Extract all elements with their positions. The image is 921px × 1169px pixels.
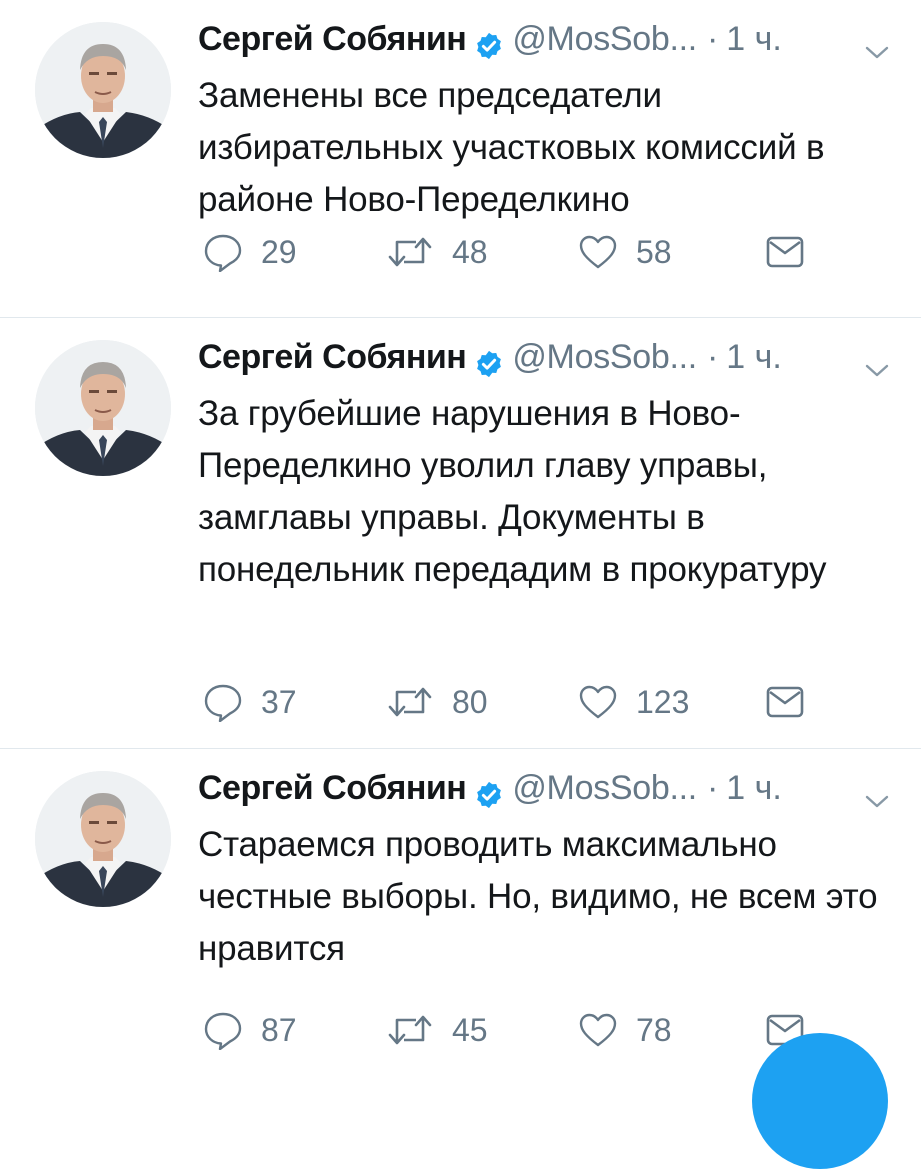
- envelope-icon: [765, 235, 805, 269]
- author-handle[interactable]: @MosSob...: [512, 763, 697, 813]
- author-handle[interactable]: @MosSob...: [512, 332, 697, 382]
- verified-badge-icon: [474, 343, 504, 373]
- separator-dot: ·: [706, 20, 719, 58]
- like-button[interactable]: 123: [578, 682, 689, 722]
- retweet-count: 45: [452, 1012, 488, 1048]
- tweet-header: Сергей Собянин @MosSob... · 1 ч.: [198, 332, 891, 382]
- retweet-icon: [386, 234, 434, 270]
- like-button[interactable]: 78: [578, 1010, 672, 1050]
- tweet-content: Сергей Собянин @MosSob... · 1 ч. Стараем…: [198, 763, 891, 975]
- chevron-down-icon[interactable]: [863, 346, 891, 368]
- author-name[interactable]: Сергей Собянин: [198, 763, 467, 813]
- tweet-text: Заменены все председатели избирательных …: [198, 76, 825, 219]
- like-count: 78: [636, 1012, 672, 1048]
- like-count: 123: [636, 684, 690, 720]
- heart-icon: [578, 684, 618, 720]
- tweet-timeline: Сергей Собянин @MosSob... · 1 ч. Заменен…: [0, 0, 921, 1080]
- chevron-down-icon[interactable]: [863, 28, 891, 50]
- like-button[interactable]: 58: [578, 232, 672, 272]
- tweet-actions: 87 45 78: [0, 1010, 600, 1050]
- heart-icon: [578, 1012, 618, 1048]
- retweet-button[interactable]: 48: [386, 232, 488, 272]
- verified-badge-icon: [474, 25, 504, 55]
- chevron-down-icon[interactable]: [863, 777, 891, 799]
- tweet-actions: 37 80 123: [0, 682, 600, 722]
- retweet-button[interactable]: 45: [386, 1010, 488, 1050]
- reply-count: 37: [261, 684, 297, 720]
- retweet-count: 48: [452, 234, 488, 270]
- direct-message-button[interactable]: [765, 232, 805, 272]
- separator-dot: ·: [706, 769, 719, 807]
- tweet[interactable]: Сергей Собянин @MosSob... · 1 ч. Стараем…: [0, 749, 921, 1080]
- tweet-timestamp[interactable]: 1 ч.: [726, 14, 782, 64]
- tweet-content: Сергей Собянин @MosSob... · 1 ч. За груб…: [198, 332, 891, 596]
- author-name[interactable]: Сергей Собянин: [198, 332, 467, 382]
- tweet-timestamp[interactable]: 1 ч.: [726, 763, 782, 813]
- retweet-count: 80: [452, 684, 488, 720]
- reply-icon: [203, 232, 243, 272]
- avatar[interactable]: [35, 22, 171, 158]
- reply-count: 87: [261, 1012, 297, 1048]
- tweet-text: Стараемся проводить максимально честные …: [198, 825, 878, 968]
- avatar[interactable]: [35, 771, 171, 907]
- avatar[interactable]: [35, 340, 171, 476]
- tweet-content: Сергей Собянин @MosSob... · 1 ч. Заменен…: [198, 14, 891, 226]
- reply-button[interactable]: 37: [203, 682, 297, 722]
- tweet-text: За грубейшие нарушения в Ново-Переделкин…: [198, 394, 827, 589]
- retweet-button[interactable]: 80: [386, 682, 488, 722]
- tweet-actions: 29 48 58: [0, 232, 600, 272]
- reply-button[interactable]: 87: [203, 1010, 297, 1050]
- reply-icon: [203, 1010, 243, 1050]
- tweet-header: Сергей Собянин @MosSob... · 1 ч.: [198, 14, 891, 64]
- compose-tweet-button[interactable]: [752, 1033, 888, 1169]
- tweet[interactable]: Сергей Собянин @MosSob... · 1 ч. Заменен…: [0, 0, 921, 318]
- author-handle[interactable]: @MosSob...: [512, 14, 697, 64]
- envelope-icon: [765, 685, 805, 719]
- separator-dot: ·: [706, 338, 719, 376]
- retweet-icon: [386, 1012, 434, 1048]
- direct-message-button[interactable]: [765, 682, 805, 722]
- reply-count: 29: [261, 234, 297, 270]
- like-count: 58: [636, 234, 672, 270]
- tweet-header: Сергей Собянин @MosSob... · 1 ч.: [198, 763, 891, 813]
- author-name[interactable]: Сергей Собянин: [198, 14, 467, 64]
- tweet-timestamp[interactable]: 1 ч.: [726, 332, 782, 382]
- heart-icon: [578, 234, 618, 270]
- verified-badge-icon: [474, 774, 504, 804]
- reply-icon: [203, 682, 243, 722]
- reply-button[interactable]: 29: [203, 232, 297, 272]
- tweet[interactable]: Сергей Собянин @MosSob... · 1 ч. За груб…: [0, 318, 921, 749]
- retweet-icon: [386, 684, 434, 720]
